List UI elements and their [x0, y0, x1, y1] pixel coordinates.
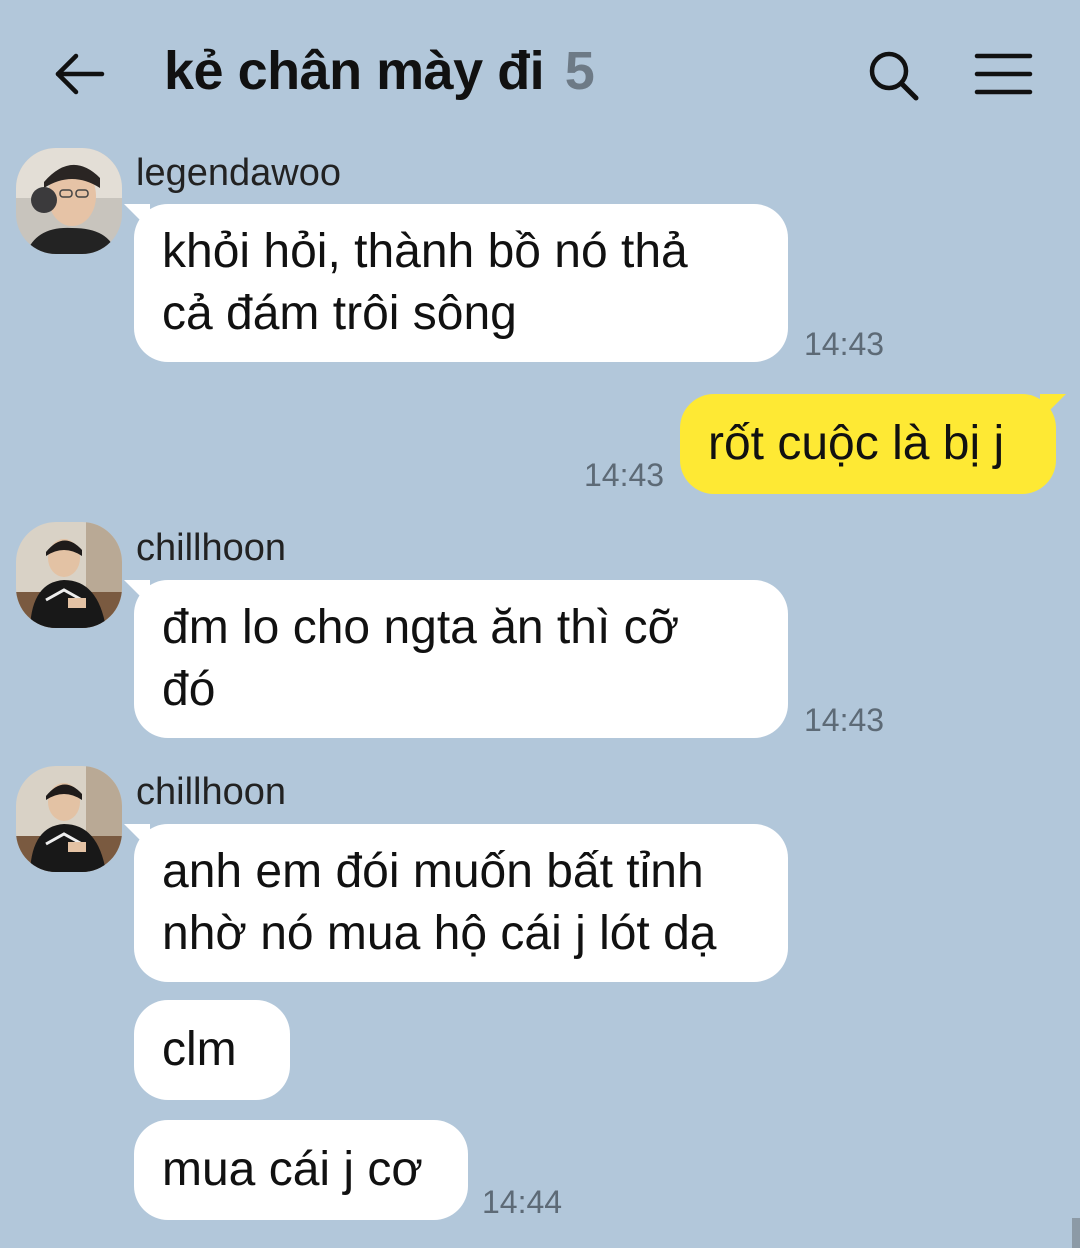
my-message-bubble[interactable]: rốt cuộc là bị j [680, 394, 1066, 494]
sender-name: chillhoon [136, 527, 286, 569]
message-time: 14:43 [584, 457, 665, 493]
avatar-chillhoon[interactable] [16, 766, 122, 872]
chat-title: kẻ chân mày đi 5 [164, 40, 595, 102]
arrow-left-icon [55, 53, 105, 95]
avatar-legendawoo[interactable] [16, 148, 122, 254]
member-count: 5 [564, 41, 595, 101]
search-button[interactable] [862, 44, 926, 108]
chat-header: kẻ chân mày đi 5 [0, 0, 1080, 140]
message-line: rốt cuộc là bị j [708, 417, 1005, 470]
message-line: cả đám trôi sông [162, 287, 517, 340]
menu-button[interactable] [970, 44, 1036, 104]
message-line: đó [162, 663, 216, 716]
sender-name: chillhoon [136, 771, 286, 813]
scrollbar[interactable] [1072, 1218, 1080, 1248]
chat-room-name: kẻ chân mày đi [164, 41, 545, 101]
hamburger-menu-icon [974, 53, 1033, 95]
avatar-chillhoon[interactable] [16, 522, 122, 628]
message-line: clm [162, 1023, 237, 1076]
user-photo-icon [16, 766, 122, 872]
message-line: khỏi hỏi, thành bồ nó thả [162, 225, 688, 278]
user-photo-icon [16, 522, 122, 628]
message-time: 14:43 [804, 326, 885, 362]
message-bubble[interactable]: anh em đói muốn bất tỉnh nhờ nó mua hộ c… [124, 824, 788, 982]
message-time: 14:44 [482, 1184, 563, 1220]
message-line: đm lo cho ngta ăn thì cỡ [162, 601, 680, 654]
message-bubble[interactable]: đm lo cho ngta ăn thì cỡ đó [124, 580, 788, 738]
sender-name: legendawoo [136, 152, 341, 194]
message-bubble[interactable]: clm [134, 1000, 290, 1100]
message-line: anh em đói muốn bất tỉnh [162, 845, 704, 898]
message-line: mua cái j cơ [162, 1143, 423, 1196]
user-photo-icon [16, 148, 122, 254]
message-time: 14:43 [804, 702, 885, 738]
chat-screen: kẻ chân mày đi 5 legendawoo khỏi hỏi, th… [0, 0, 1080, 1248]
message-bubble[interactable]: mua cái j cơ [134, 1120, 468, 1220]
message-line: nhờ nó mua hộ cái j lót dạ [162, 907, 717, 960]
message-bubble[interactable]: khỏi hỏi, thành bồ nó thả cả đám trôi sô… [124, 204, 788, 362]
search-icon [869, 51, 919, 101]
back-button[interactable] [48, 44, 108, 104]
